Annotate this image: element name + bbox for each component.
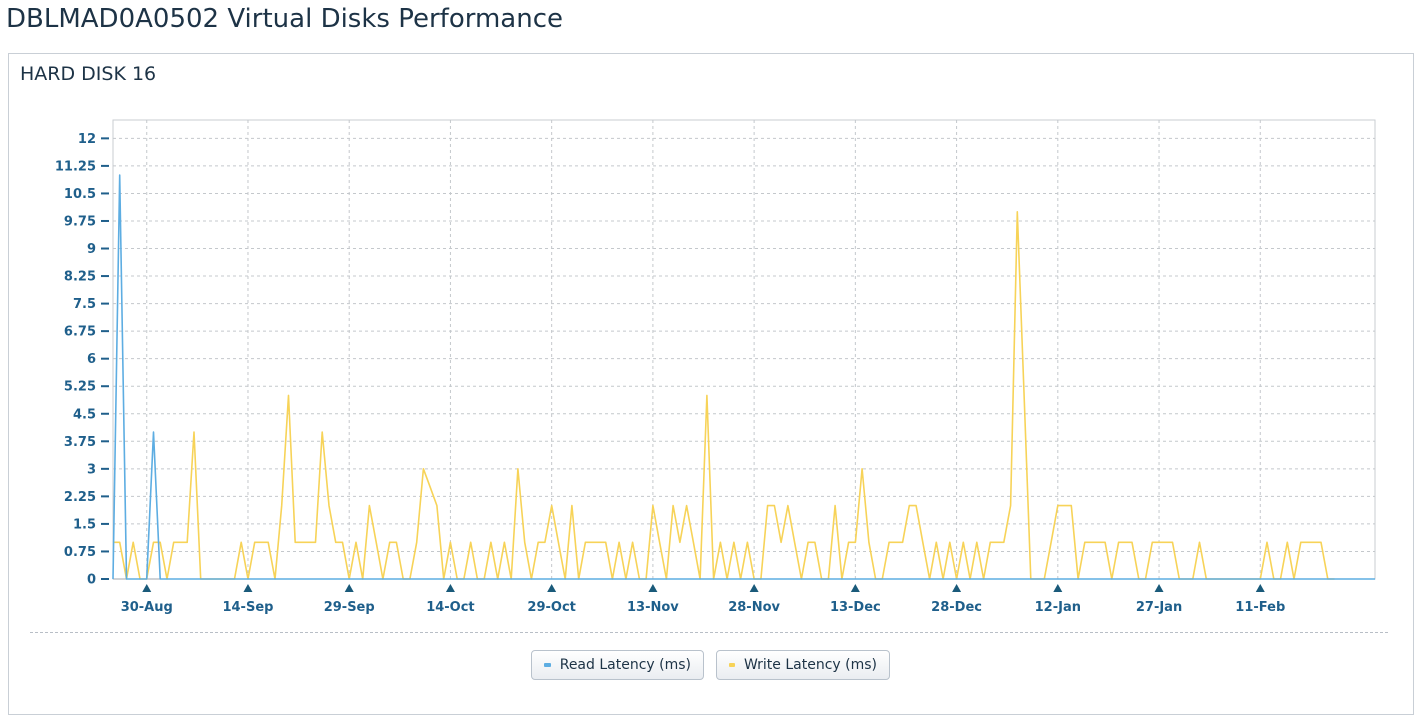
y-tick-label: 6.75 — [64, 325, 96, 340]
x-tick-label: 29-Oct — [527, 600, 575, 615]
x-tick-label: 30-Aug — [121, 600, 173, 615]
y-tick-label: 2.25 — [64, 490, 96, 505]
y-tick-label: 0.75 — [64, 545, 96, 560]
y-tick-label: 4.5 — [73, 407, 96, 422]
y-tick-label: 3.75 — [64, 435, 96, 450]
y-tick-label: 12 — [78, 132, 96, 147]
plot-area — [112, 119, 1376, 580]
y-tick-label: 8.25 — [64, 270, 96, 285]
x-tick-marker-icon — [142, 584, 152, 592]
y-tick-label: 3 — [87, 462, 96, 477]
x-tick-label: 11-Feb — [1235, 600, 1285, 615]
legend-item-read-latency[interactable]: Read Latency (ms) — [531, 650, 704, 680]
x-tick-marker-icon — [1255, 584, 1265, 592]
latency-chart: 0 0.75 1.5 2.25 3 3.75 4.5 5.25 6 6.75 7.5 8.25 9 9.7… — [55, 119, 1376, 615]
x-tick-marker-icon — [1154, 584, 1164, 592]
x-tick-marker-icon — [850, 584, 860, 592]
x-tick-marker-icon — [344, 584, 354, 592]
x-tick-label: 14-Sep — [222, 600, 273, 615]
y-tick-label: 6 — [87, 352, 96, 367]
chart-legend: Read Latency (ms) Write Latency (ms) — [0, 650, 1417, 682]
x-tick-label: 27-Jan — [1136, 600, 1182, 615]
read-latency-swatch-icon — [544, 663, 551, 667]
y-tick-label: 7.5 — [73, 297, 96, 312]
x-tick-marker-icon — [547, 584, 557, 592]
y-tick-label: 9 — [87, 242, 96, 257]
legend-label-write-latency: Write Latency (ms) — [743, 657, 877, 673]
legend-divider — [30, 632, 1388, 633]
x-tick-label: 28-Dec — [931, 600, 982, 615]
x-tick-marker-icon — [243, 584, 253, 592]
y-tick-label: 1.5 — [73, 517, 96, 532]
x-tick-label: 13-Nov — [627, 600, 679, 615]
y-tick-label: 5.25 — [64, 380, 96, 395]
x-tick-label: 12-Jan — [1035, 600, 1081, 615]
x-tick-label: 14-Oct — [426, 600, 474, 615]
x-tick-marker-icon — [648, 584, 658, 592]
x-tick-label: 29-Sep — [324, 600, 375, 615]
write-latency-swatch-icon — [729, 663, 735, 667]
y-tick-label: 11.25 — [55, 159, 96, 174]
x-tick-marker-icon — [445, 584, 455, 592]
y-tick-label: 10.5 — [64, 187, 96, 202]
legend-item-write-latency[interactable]: Write Latency (ms) — [716, 650, 890, 680]
y-tick-label: 9.75 — [64, 214, 96, 229]
x-tick-label: 13-Dec — [830, 600, 881, 615]
legend-label-read-latency: Read Latency (ms) — [559, 657, 691, 673]
x-tick-marker-icon — [749, 584, 759, 592]
y-tick-label: 0 — [87, 573, 96, 588]
x-tick-label: 28-Nov — [728, 600, 780, 615]
x-tick-marker-icon — [952, 584, 962, 592]
x-tick-marker-icon — [1053, 584, 1063, 592]
